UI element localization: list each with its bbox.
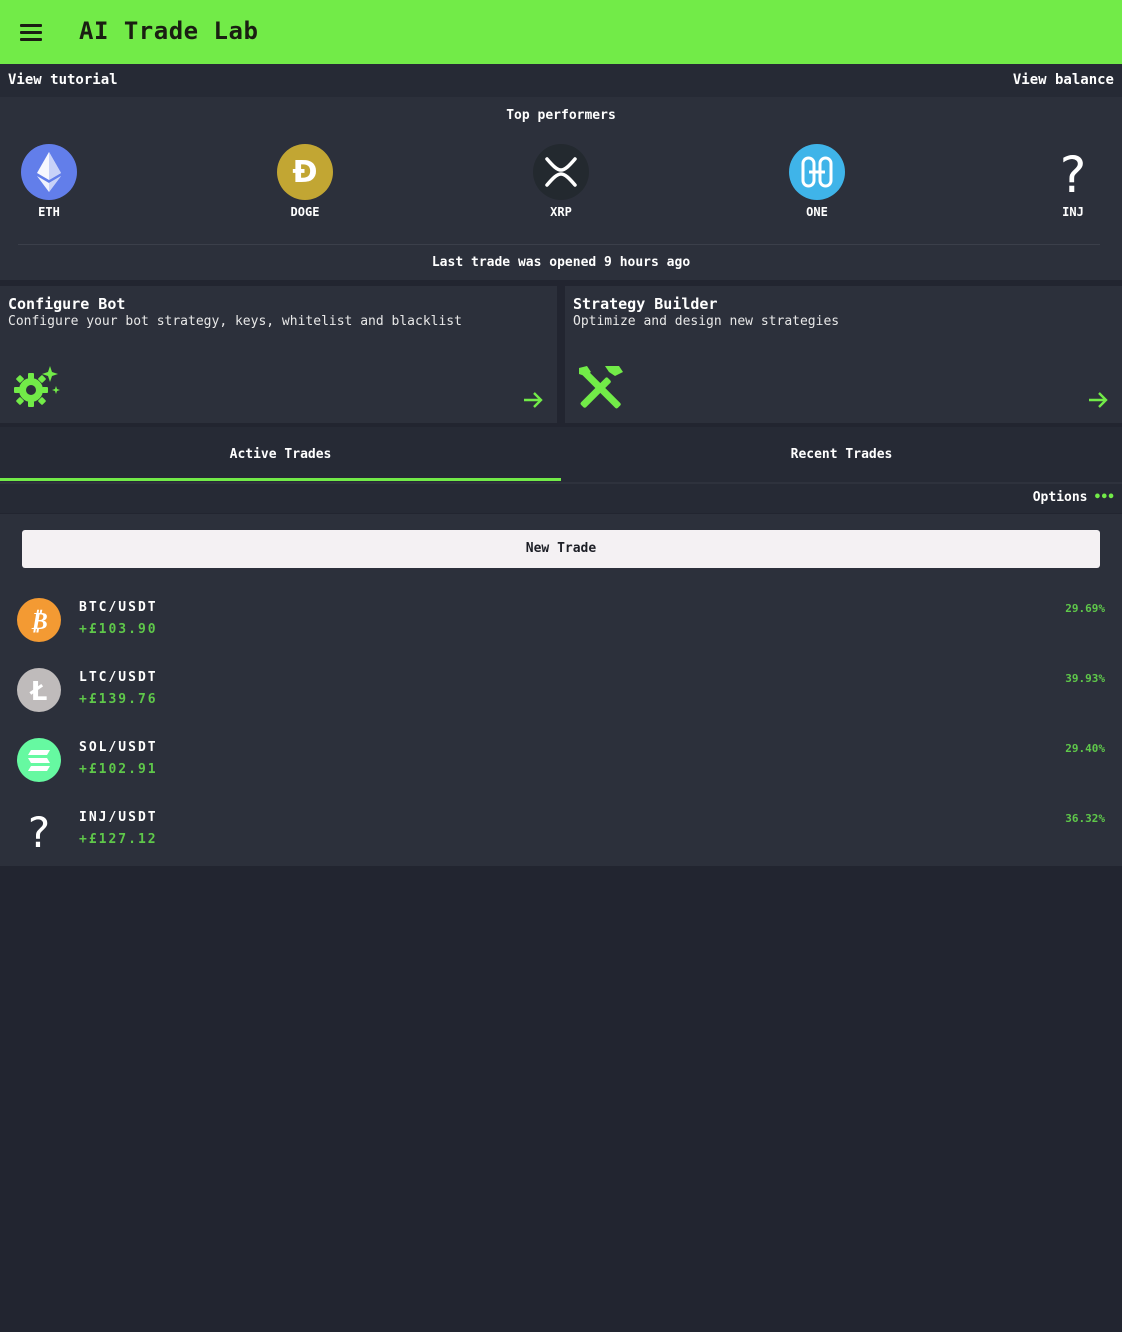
- trade-pair: INJ/USDT: [79, 810, 158, 825]
- trade-row[interactable]: ₿ BTC/USDT +£103.90 29.69%: [0, 584, 1122, 654]
- trade-percent: 29.40%: [1065, 742, 1105, 755]
- arrow-right-icon[interactable]: [521, 388, 545, 412]
- dogecoin-icon: Ð: [277, 144, 333, 200]
- trade-percent: 39.93%: [1065, 672, 1105, 685]
- tools-icon: [575, 362, 627, 414]
- link-bar: View tutorial View balance: [0, 64, 1122, 97]
- trade-profit: +£103.90: [79, 622, 158, 637]
- trade-row[interactable]: SOL/USDT +£102.91 29.40%: [0, 724, 1122, 794]
- performer-label: ETH: [38, 205, 60, 219]
- trade-pair: LTC/USDT: [79, 670, 158, 685]
- svg-text:Ł: Ł: [29, 677, 48, 707]
- trade-percent: 36.32%: [1065, 812, 1105, 825]
- trade-row[interactable]: Ł LTC/USDT +£139.76 39.93%: [0, 654, 1122, 724]
- question-mark-icon: ?: [1045, 144, 1101, 204]
- tab-recent-trades[interactable]: Recent Trades: [561, 427, 1122, 483]
- more-dots-icon: •••: [1093, 490, 1116, 505]
- trade-profit: +£139.76: [79, 692, 158, 707]
- last-trade-text: Last trade was opened 9 hours ago: [431, 255, 691, 270]
- litecoin-icon: Ł: [17, 668, 61, 712]
- xrp-icon: [533, 144, 589, 200]
- performer-label: DOGE: [290, 205, 320, 219]
- card-title: Configure Bot: [8, 295, 126, 313]
- performer-label: ONE: [806, 205, 828, 219]
- arrow-right-icon[interactable]: [1086, 388, 1110, 412]
- svg-text:Ð: Ð: [292, 155, 317, 190]
- question-mark-icon: ?: [17, 808, 61, 857]
- svg-text:?: ?: [28, 808, 50, 852]
- harmony-icon: [789, 144, 845, 200]
- configure-bot-card[interactable]: Configure Bot Configure your bot strateg…: [0, 286, 557, 423]
- trade-pair: BTC/USDT: [79, 600, 158, 615]
- gear-sparkle-icon: [10, 362, 62, 414]
- app-title: AI Trade Lab: [79, 17, 259, 45]
- trade-profit: +£127.12: [79, 832, 158, 847]
- top-performers-panel: Top performers ETH Ð DOGE XRP ONE ? INJ …: [0, 97, 1122, 280]
- card-title: Strategy Builder: [573, 295, 718, 313]
- performer-inj[interactable]: ? INJ: [1033, 144, 1113, 219]
- tab-active-trades[interactable]: Active Trades: [0, 427, 561, 483]
- active-trades-list: New Trade ₿ BTC/USDT +£103.90 29.69% Ł L…: [0, 514, 1122, 866]
- divider: [18, 244, 1100, 245]
- performer-label: XRP: [550, 205, 572, 219]
- strategy-builder-card[interactable]: Strategy Builder Optimize and design new…: [565, 286, 1122, 423]
- new-trade-button[interactable]: New Trade: [22, 530, 1100, 568]
- performer-one[interactable]: ONE: [777, 144, 857, 219]
- svg-text:₿: ₿: [30, 607, 48, 635]
- tab-indicator: [0, 478, 561, 481]
- trade-row[interactable]: ? INJ/USDT +£127.12 36.32%: [0, 794, 1122, 864]
- svg-text:?: ?: [1060, 146, 1087, 200]
- trades-tabs: Active Trades Recent Trades: [0, 427, 1122, 483]
- card-subtitle: Optimize and design new strategies: [573, 314, 840, 329]
- options-bar: Options •••: [0, 484, 1122, 513]
- bitcoin-icon: ₿: [17, 598, 61, 642]
- top-performers-title: Top performers: [506, 108, 616, 123]
- performer-eth[interactable]: ETH: [9, 144, 89, 219]
- performer-doge[interactable]: Ð DOGE: [265, 144, 345, 219]
- view-tutorial-link[interactable]: View tutorial: [8, 72, 118, 88]
- performer-xrp[interactable]: XRP: [521, 144, 601, 219]
- card-subtitle: Configure your bot strategy, keys, white…: [8, 314, 462, 329]
- hamburger-menu-icon[interactable]: [20, 24, 42, 42]
- ethereum-icon: [21, 144, 77, 200]
- performer-label: INJ: [1062, 205, 1084, 219]
- options-label: Options: [1032, 490, 1088, 505]
- app-header: AI Trade Lab: [0, 0, 1122, 64]
- trade-percent: 29.69%: [1065, 602, 1105, 615]
- options-button[interactable]: Options •••: [1032, 490, 1116, 505]
- solana-icon: [17, 738, 61, 782]
- trade-profit: +£102.91: [79, 762, 158, 777]
- view-balance-link[interactable]: View balance: [1013, 72, 1114, 88]
- trade-pair: SOL/USDT: [79, 740, 158, 755]
